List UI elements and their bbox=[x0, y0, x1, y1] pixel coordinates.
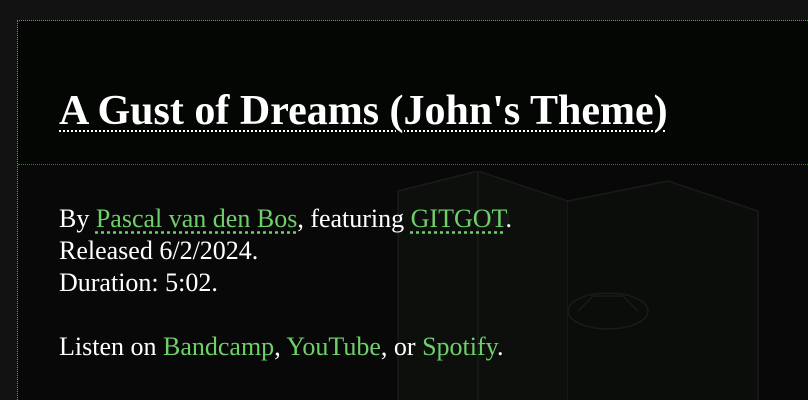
artist-link[interactable]: Pascal van den Bos bbox=[96, 204, 297, 233]
song-header: A Gust of Dreams (John's Theme) bbox=[18, 21, 808, 165]
release-date: Released 6/2/2024. bbox=[59, 236, 259, 265]
listen-sep-2: , or bbox=[380, 332, 423, 361]
page: A Gust of Dreams (John's Theme) By Pasca… bbox=[0, 0, 808, 400]
song-title[interactable]: A Gust of Dreams (John's Theme) bbox=[59, 87, 668, 135]
credits-line: By Pascal van den Bos, featuring GITGOT. bbox=[59, 203, 512, 235]
listen-line: Listen on Bandcamp, YouTube, or Spotify. bbox=[59, 331, 512, 363]
song-details: By Pascal van den Bos, featuring GITGOT.… bbox=[59, 203, 512, 363]
spotify-link[interactable]: Spotify bbox=[422, 332, 497, 361]
bandcamp-link[interactable]: Bandcamp bbox=[163, 332, 274, 361]
listen-prefix: Listen on bbox=[59, 332, 163, 361]
featuring-prefix: , featuring bbox=[297, 204, 411, 233]
listen-sep-1: , bbox=[274, 332, 287, 361]
by-prefix: By bbox=[59, 204, 96, 233]
youtube-link[interactable]: YouTube bbox=[286, 332, 381, 361]
featured-artist-link[interactable]: GITGOT bbox=[411, 204, 506, 233]
song-panel: A Gust of Dreams (John's Theme) By Pasca… bbox=[17, 20, 808, 400]
featured-suffix: . bbox=[505, 204, 512, 233]
duration: Duration: 5:02. bbox=[59, 268, 218, 297]
listen-suffix: . bbox=[496, 332, 504, 361]
